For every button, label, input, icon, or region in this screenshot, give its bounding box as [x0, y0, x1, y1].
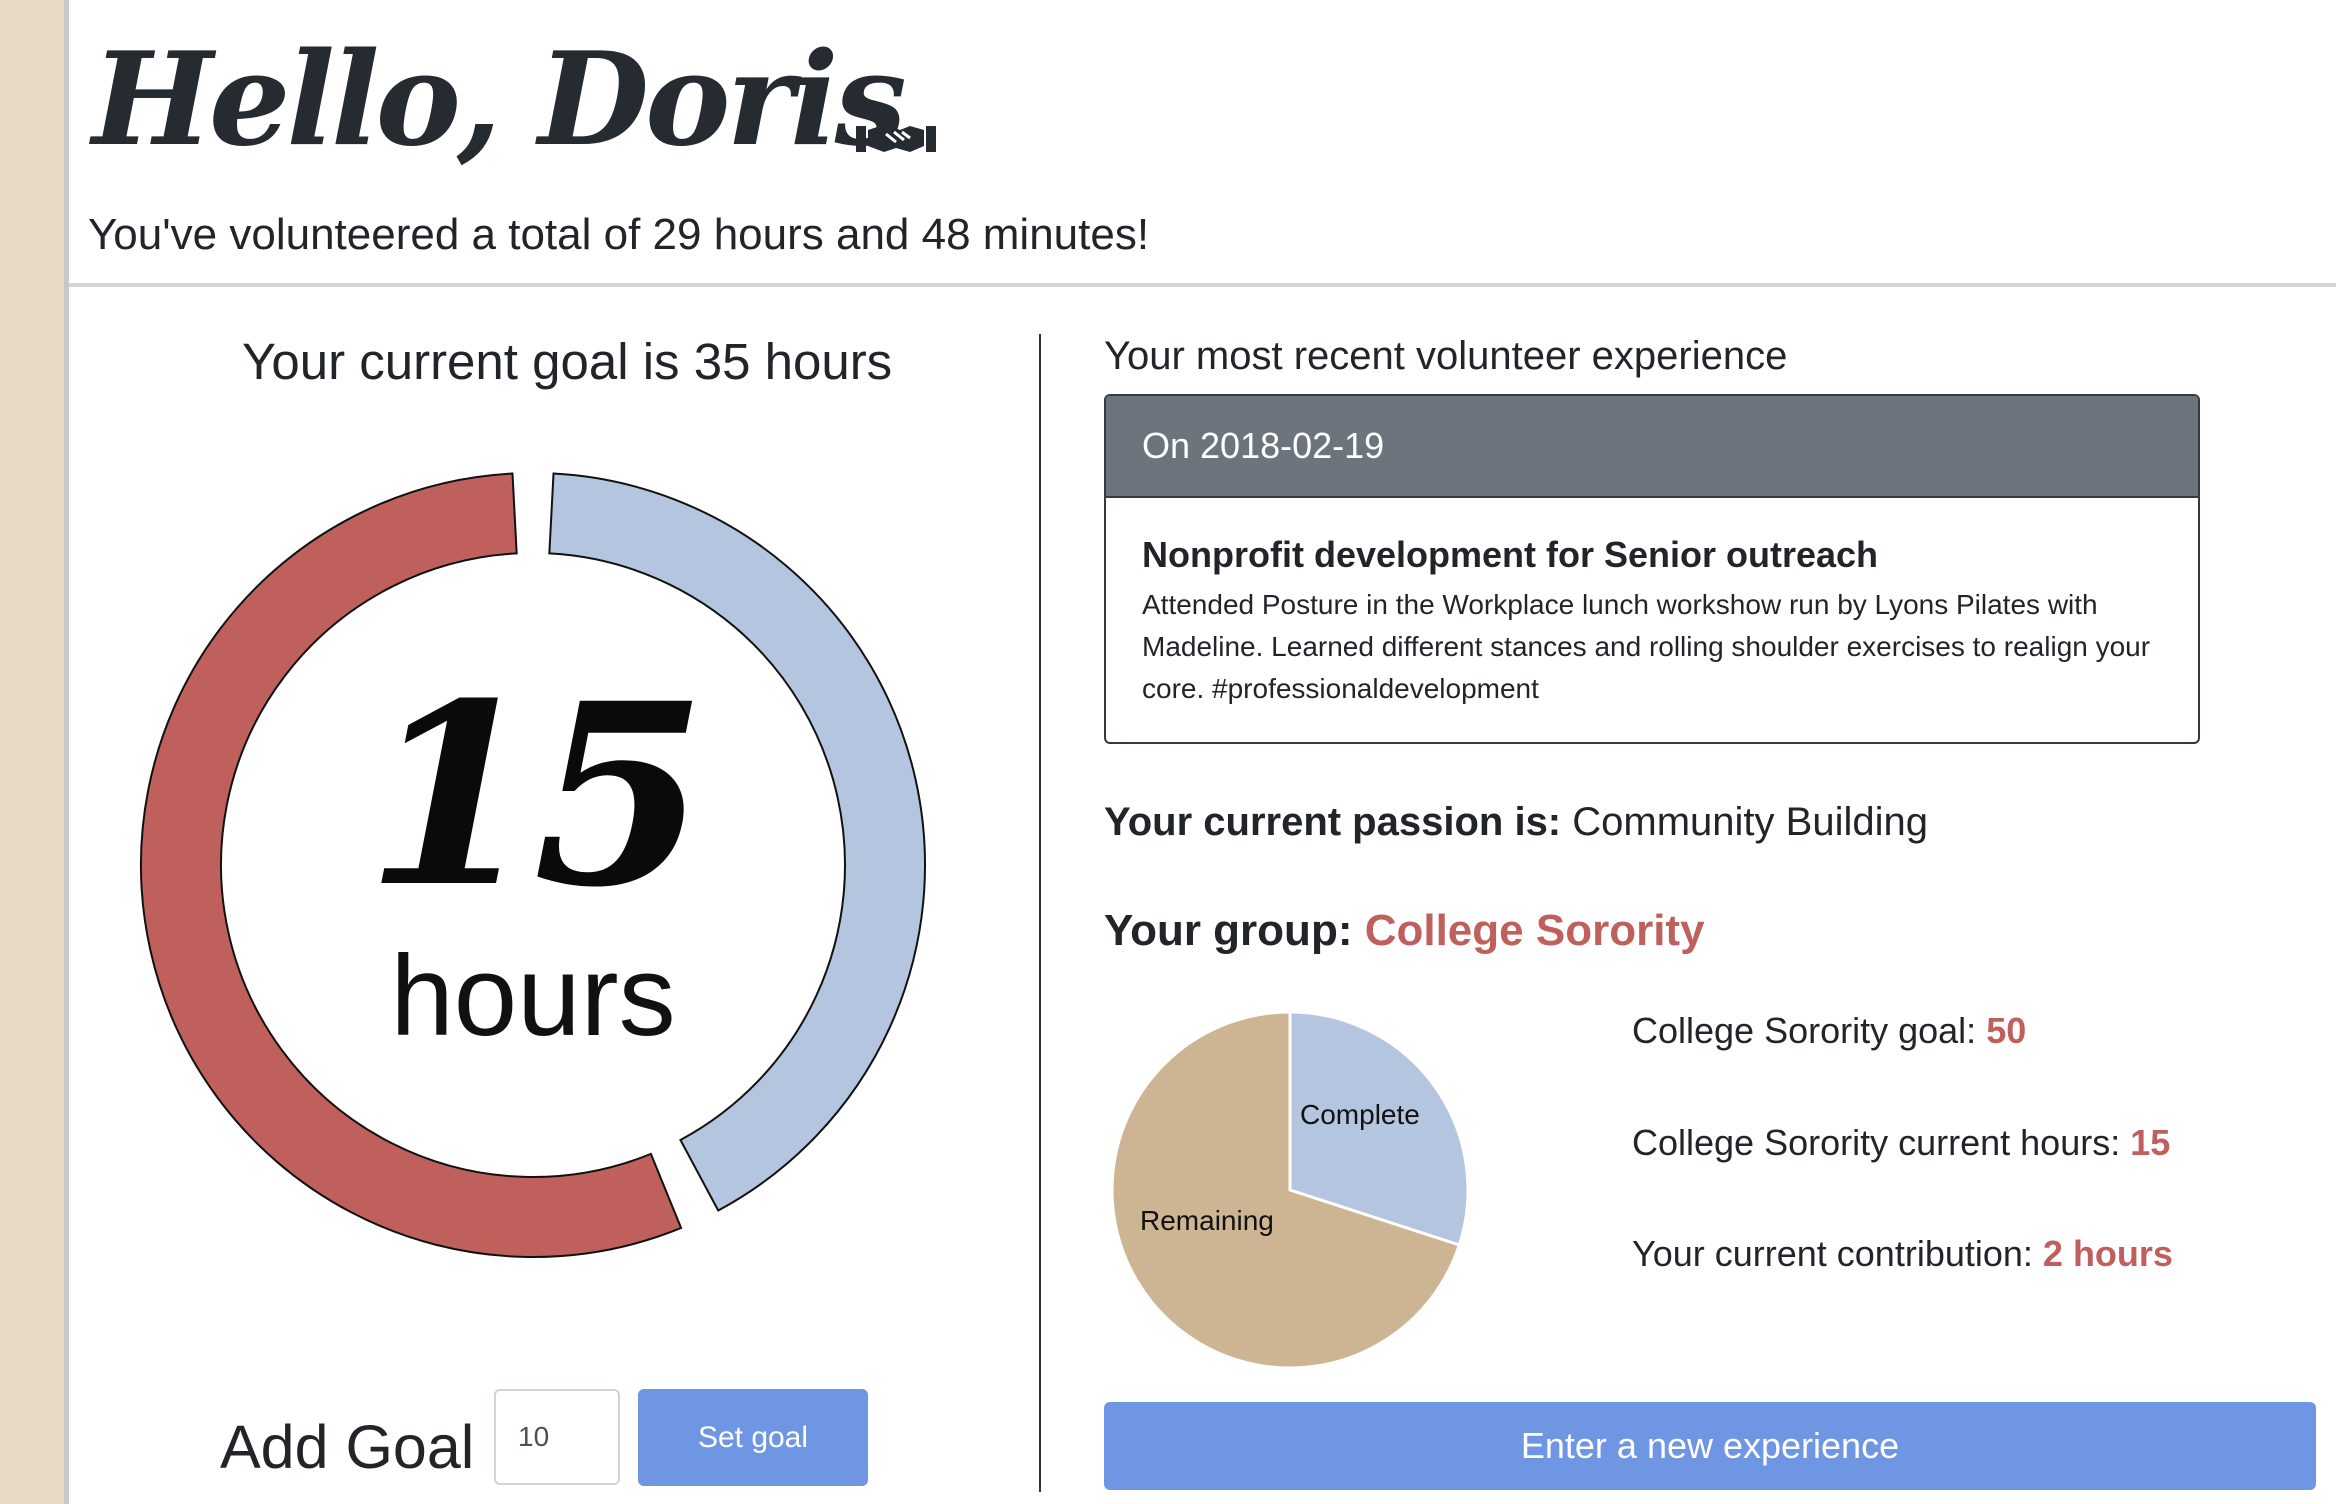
group-current-hours-label: College Sorority current hours: — [1632, 1122, 2121, 1163]
goal-hours-input[interactable] — [494, 1389, 620, 1485]
passion-value: Community Building — [1572, 800, 1928, 844]
left-sidebar-border — [64, 0, 69, 1504]
add-goal-label: Add Goal — [220, 1413, 475, 1481]
group-goal-label: College Sorority goal: — [1632, 1010, 1977, 1051]
total-hours-text: You've volunteered a total of 29 hours a… — [88, 210, 1150, 259]
group-name: College Sorority — [1364, 906, 1705, 955]
group-label: Your group: — [1104, 906, 1353, 955]
passion-label: Your current passion is: — [1104, 800, 1562, 844]
recent-experience-heading: Your most recent volunteer experience — [1104, 334, 1788, 378]
group-current-hours-value: 15 — [2130, 1122, 2171, 1163]
group-line: Your group: College Sorority — [1104, 906, 1705, 956]
experience-date: On 2018-02-19 — [1106, 396, 2198, 498]
greeting-title: Hello, Doris — [92, 25, 907, 175]
current-goal-heading: Your current goal is 35 hours — [242, 333, 893, 390]
experience-title: Nonprofit development for Senior outreac… — [1142, 534, 1879, 575]
set-goal-button[interactable]: Set goal — [638, 1389, 868, 1486]
contribution-value: 2 hours — [2042, 1233, 2173, 1274]
contribution-stat: Your current contribution: 2 hours — [1632, 1233, 2173, 1275]
group-goal-value: 50 — [1986, 1010, 2027, 1051]
handshake-icon — [856, 124, 936, 152]
recent-experience-card: On 2018-02-19 Nonprofit development for … — [1104, 394, 2200, 744]
experience-body: Nonprofit development for Senior outreac… — [1106, 498, 2198, 710]
current-passion: Your current passion is: Community Build… — [1104, 800, 1928, 845]
column-divider — [1039, 334, 1041, 1492]
donut-center: 15 hours — [138, 470, 928, 1260]
group-goal-stat: College Sorority goal: 50 — [1632, 1010, 2026, 1052]
left-sidebar-strip — [0, 0, 64, 1504]
group-pie-chart: Complete Remaining — [1110, 1010, 1470, 1370]
enter-new-experience-button[interactable]: Enter a new experience — [1104, 1402, 2316, 1490]
group-current-hours-stat: College Sorority current hours: 15 — [1632, 1122, 2170, 1164]
donut-hours-value: 15 — [365, 648, 707, 942]
experience-description: Attended Posture in the Workplace lunch … — [1142, 589, 2151, 704]
pie-remaining-label: Remaining — [1140, 1205, 1274, 1236]
header-divider — [69, 283, 2336, 287]
pie-complete-label: Complete — [1300, 1099, 1420, 1130]
donut-hours-unit: hours — [390, 933, 676, 1060]
contribution-label: Your current contribution: — [1632, 1233, 2033, 1274]
